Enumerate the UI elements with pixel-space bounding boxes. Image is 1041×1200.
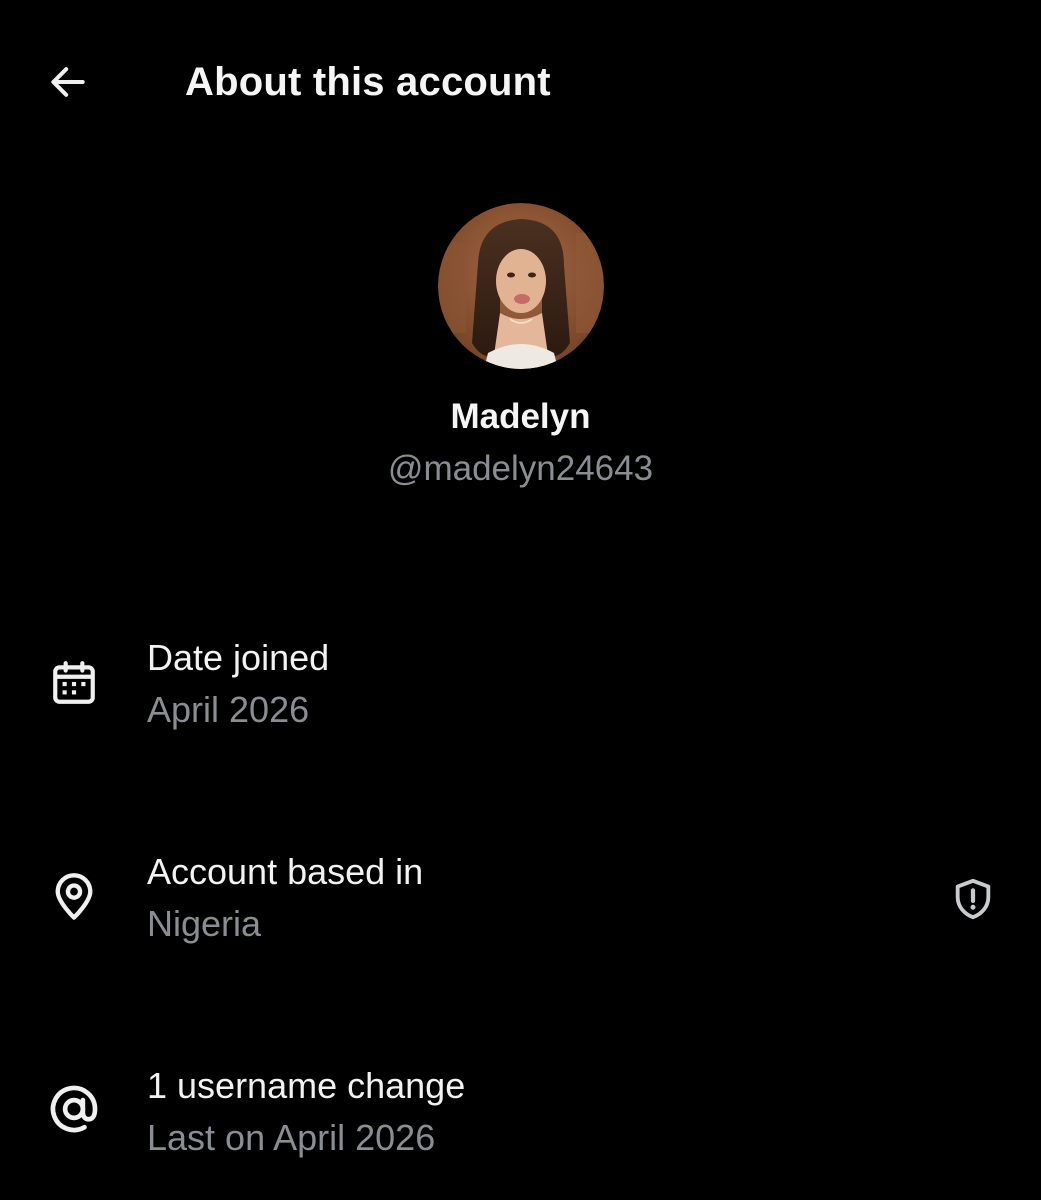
username-change-label: 1 username change — [147, 1065, 466, 1106]
account-location-row: Account based in Nigeria — [0, 849, 1041, 969]
display-name: Madelyn — [450, 397, 591, 436]
username-handle: @madelyn24643 — [387, 449, 654, 488]
account-location-value: Nigeria — [147, 903, 262, 944]
location-pin-icon — [42, 865, 106, 929]
profile-summary: Madelyn @madelyn24643 — [0, 203, 1041, 491]
username-change-row: 1 username change Last on April 2026 — [0, 1063, 1041, 1183]
page-title: About this account — [185, 60, 551, 104]
date-joined-text: Date joined April 2026 — [147, 635, 329, 733]
back-arrow-icon — [51, 67, 85, 97]
username-change-text: 1 username change Last on April 2026 — [147, 1063, 465, 1161]
back-button[interactable] — [36, 50, 100, 114]
date-joined-label: Date joined — [147, 637, 330, 678]
account-location-text: Account based in Nigeria — [147, 849, 423, 947]
account-location-label: Account based in — [147, 851, 424, 892]
date-joined-row: Date joined April 2026 — [0, 635, 1041, 755]
avatar — [437, 203, 604, 369]
date-joined-value: April 2026 — [147, 689, 310, 730]
shield-alert-icon[interactable] — [943, 869, 1003, 929]
at-sign-icon — [42, 1077, 106, 1141]
app-header: About this account — [0, 0, 1041, 165]
username-change-value: Last on April 2026 — [147, 1117, 436, 1158]
calendar-icon — [42, 651, 106, 715]
